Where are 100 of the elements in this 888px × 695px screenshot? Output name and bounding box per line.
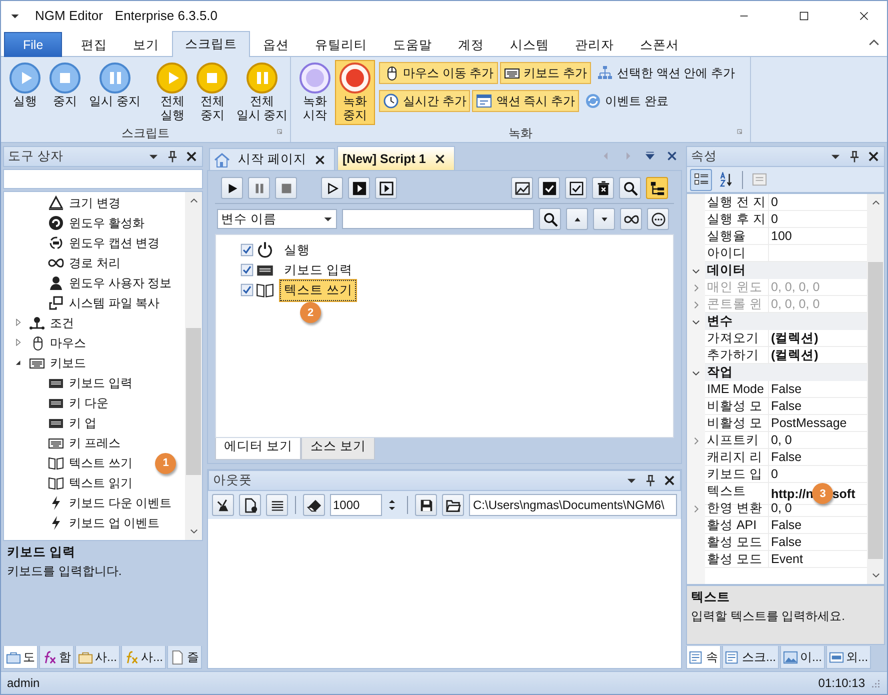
ribbon-tab[interactable]: 시스템 bbox=[497, 32, 562, 57]
tree-view-button[interactable] bbox=[646, 177, 668, 199]
category-header[interactable]: 변수 bbox=[705, 313, 867, 330]
file-tab[interactable]: File bbox=[4, 32, 62, 57]
pause-button[interactable] bbox=[248, 177, 270, 199]
more-icon[interactable] bbox=[650, 212, 666, 226]
ribbon-button[interactable]: 일시 중지 bbox=[85, 60, 144, 111]
filter-field[interactable] bbox=[342, 209, 534, 229]
close-icon[interactable] bbox=[314, 154, 326, 166]
tree-item[interactable]: 키보드 다운 이벤트 bbox=[69, 494, 172, 512]
check-icon[interactable] bbox=[568, 180, 584, 196]
ribbon-button[interactable]: 선택한 액션 안에 추가 bbox=[593, 62, 740, 84]
play-frame-icon[interactable] bbox=[378, 180, 394, 196]
pin-icon[interactable] bbox=[848, 150, 861, 163]
tree-item[interactable]: 크기 변경 bbox=[69, 194, 120, 212]
view-tab[interactable]: 소스 보기 bbox=[301, 438, 375, 460]
tree-item[interactable]: 텍스트 쓰기 bbox=[280, 280, 356, 300]
property-value[interactable]: Event bbox=[771, 551, 803, 567]
panel-tab[interactable]: 이... bbox=[780, 646, 826, 669]
tree-item[interactable]: 키보드 입력 bbox=[69, 374, 132, 392]
more-button[interactable] bbox=[647, 208, 669, 230]
category-header[interactable]: 데이터 bbox=[705, 262, 867, 279]
save-icon[interactable] bbox=[418, 498, 434, 512]
dropdown-icon[interactable] bbox=[644, 150, 656, 162]
ribbon-tab[interactable]: 스크립트 bbox=[172, 31, 250, 57]
tree-item[interactable]: 키보드 입력 bbox=[280, 260, 356, 280]
panel-tab[interactable]: 사... bbox=[75, 646, 120, 669]
tree-view-icon[interactable] bbox=[650, 180, 664, 196]
panel-tab[interactable]: 사... bbox=[121, 646, 166, 669]
property-value[interactable]: (컬렉션) bbox=[771, 347, 818, 363]
document-check-button[interactable] bbox=[239, 494, 261, 516]
pin-icon[interactable] bbox=[166, 150, 179, 163]
close-icon[interactable] bbox=[858, 10, 870, 22]
image-edit-icon[interactable] bbox=[514, 180, 530, 196]
number-field[interactable]: 1000 bbox=[330, 494, 382, 516]
property-value[interactable]: PostMessage bbox=[771, 415, 847, 431]
ribbon-tab[interactable]: 도움말 bbox=[380, 32, 446, 57]
close-icon[interactable] bbox=[867, 150, 880, 163]
ribbon-button[interactable]: 녹화 중지 bbox=[335, 60, 375, 125]
folder-icon[interactable] bbox=[446, 498, 460, 512]
ribbon-button[interactable]: 녹화 시작 bbox=[295, 60, 335, 125]
close-icon[interactable] bbox=[434, 152, 446, 164]
play-frame-button[interactable] bbox=[375, 177, 397, 199]
tree-item[interactable]: 키보드 업 이벤트 bbox=[69, 514, 160, 532]
stop-button[interactable] bbox=[275, 177, 297, 199]
document-check-icon[interactable] bbox=[242, 498, 258, 512]
checkbox[interactable] bbox=[240, 263, 254, 277]
categorized-icon[interactable] bbox=[694, 172, 708, 187]
clear-button[interactable] bbox=[212, 494, 234, 516]
tree-item[interactable]: 시스템 파일 복사 bbox=[69, 294, 160, 312]
scrollbar[interactable] bbox=[185, 192, 202, 540]
scrollbar[interactable] bbox=[867, 194, 884, 584]
lines-button[interactable] bbox=[266, 494, 288, 516]
search-field[interactable] bbox=[3, 169, 203, 189]
ribbon-tab[interactable]: 편집 bbox=[68, 32, 120, 57]
ribbon-button[interactable]: 전체 일시 중지 bbox=[232, 60, 292, 125]
panel-tab[interactable]: 외... bbox=[826, 646, 872, 669]
property-value[interactable]: False bbox=[771, 534, 802, 550]
checkbox[interactable] bbox=[240, 243, 254, 257]
search-button[interactable] bbox=[619, 177, 641, 199]
path-field[interactable]: C:\Users\ngmas\Documents\NGM6\ bbox=[469, 494, 677, 516]
clear-icon[interactable] bbox=[216, 498, 230, 512]
tree-item[interactable]: 윈도우 사용자 정보 bbox=[69, 274, 172, 292]
ribbon-button[interactable]: 실시간 추가 bbox=[379, 90, 470, 112]
panel-tab[interactable]: 함 bbox=[39, 646, 74, 669]
property-value[interactable]: False bbox=[771, 398, 802, 414]
panel-tab[interactable]: 스크... bbox=[722, 646, 780, 669]
search-icon[interactable] bbox=[542, 212, 558, 226]
property-value[interactable]: 0, 0 bbox=[771, 432, 792, 448]
ribbon-button[interactable]: 중지 bbox=[45, 60, 85, 111]
play-button[interactable] bbox=[221, 177, 243, 199]
checkbox[interactable] bbox=[240, 283, 254, 297]
tree-item[interactable]: 윈도우 활성화 bbox=[69, 214, 144, 232]
ribbon-tab[interactable]: 유틸리티 bbox=[302, 32, 380, 57]
save-button[interactable] bbox=[415, 494, 437, 516]
property-value[interactable]: False bbox=[771, 517, 802, 533]
property-value[interactable]: (컬렉션) bbox=[771, 330, 818, 346]
tree-item[interactable]: 키 프레스 bbox=[69, 434, 120, 452]
property-value[interactable]: soft bbox=[832, 486, 856, 502]
eraser-icon[interactable] bbox=[306, 498, 322, 512]
property-value[interactable]: 0, 0 bbox=[771, 500, 792, 516]
property-value[interactable]: 0 bbox=[771, 466, 778, 482]
ribbon-button[interactable]: 전체 중지 bbox=[192, 60, 232, 125]
tree-category[interactable]: 조건 bbox=[50, 314, 74, 332]
maximize-icon[interactable] bbox=[798, 10, 810, 22]
ribbon-button[interactable]: 전체 실행 bbox=[152, 60, 192, 125]
close-icon[interactable] bbox=[663, 474, 676, 487]
ribbon-tab[interactable]: 보기 bbox=[120, 32, 172, 57]
tree-item[interactable]: 실행 bbox=[280, 240, 314, 260]
check-box-button[interactable] bbox=[538, 177, 560, 199]
property-value[interactable]: False bbox=[771, 449, 802, 465]
resize-grip-icon[interactable] bbox=[869, 677, 881, 689]
delete-button[interactable] bbox=[592, 177, 614, 199]
ribbon-tab[interactable]: 관리자 bbox=[562, 32, 628, 57]
previous-button[interactable] bbox=[566, 208, 588, 230]
ribbon-button[interactable]: 이벤트 완료 bbox=[581, 90, 672, 112]
tree-item[interactable]: 키 업 bbox=[69, 414, 96, 432]
panel-tab[interactable]: 즐 bbox=[167, 646, 202, 669]
search-icon[interactable] bbox=[622, 180, 638, 196]
next-button[interactable] bbox=[593, 208, 615, 230]
